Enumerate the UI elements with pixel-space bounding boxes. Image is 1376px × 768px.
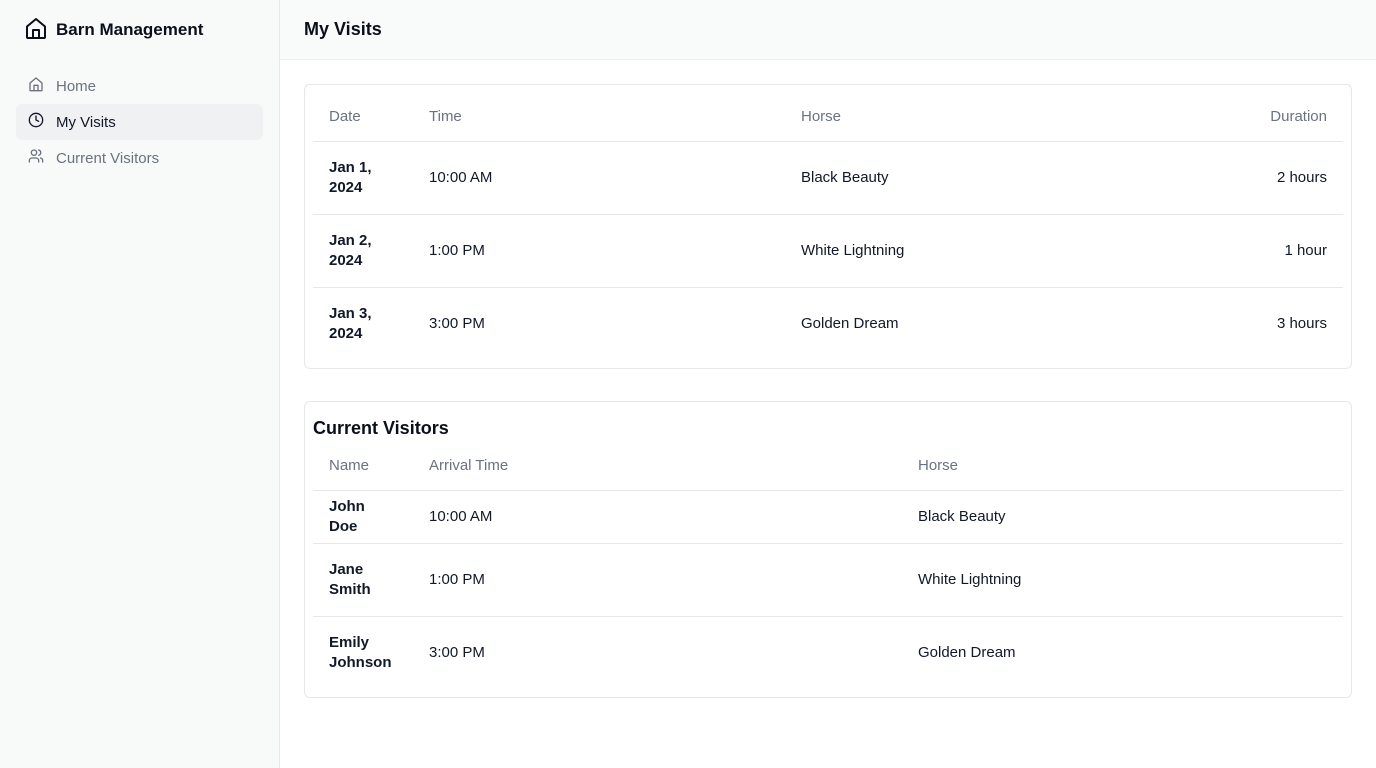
visit-horse: Black Beauty <box>785 141 1123 215</box>
my-visits-table: Date Time Horse Duration Jan 1, 2024 10:… <box>313 93 1343 360</box>
sidebar-nav: Home My Visits Current Visitors <box>16 68 263 176</box>
column-header-date: Date <box>313 93 413 142</box>
sidebar-item-label: My Visits <box>56 113 116 131</box>
visitor-name: John Doe <box>313 490 413 544</box>
brand-name: Barn Management <box>56 20 204 39</box>
app: Barn Management Home My Visits Current V… <box>0 0 1376 768</box>
sidebar-item-label: Current Visitors <box>56 149 160 167</box>
current-visitors-card: Current Visitors Name Arrival Time Horse… <box>304 401 1352 698</box>
table-row[interactable]: John Doe 10:00 AM Black Beauty <box>313 490 1343 544</box>
visitor-horse: Golden Dream <box>918 643 1016 661</box>
sidebar-item-label: Home <box>56 77 97 95</box>
visitor-name: Jane Smith <box>313 543 413 617</box>
barn-home-icon <box>24 16 48 45</box>
visitor-arrival: 1:00 PM <box>413 543 902 617</box>
clock-icon <box>28 112 44 132</box>
visit-time: 10:00 AM <box>413 141 785 215</box>
sidebar-item-current-visitors[interactable]: Current Visitors <box>16 140 263 176</box>
visit-horse: White Lightning <box>785 214 1123 288</box>
visit-date: Jan 3, 2024 <box>329 304 372 342</box>
current-visitors-title: Current Visitors <box>313 417 449 438</box>
visitor-name: Emily Johnson <box>329 633 392 671</box>
visitor-horse: White Lightning <box>902 543 1343 617</box>
column-header-horse: Horse <box>902 442 1343 491</box>
table-row[interactable]: Jan 1, 2024 10:00 AM Black Beauty 2 hour… <box>313 141 1343 215</box>
column-header-duration: Duration <box>1122 93 1343 142</box>
table-row[interactable]: Emily Johnson 3:00 PM Golden Dream <box>313 616 1343 689</box>
visit-date: Jan 1, 2024 <box>313 141 413 215</box>
visitor-arrival: 10:00 AM <box>413 490 902 544</box>
visit-duration: 2 hours <box>1122 141 1343 215</box>
table-header-row: Name Arrival Time Horse <box>313 442 1343 491</box>
column-header-name: Name <box>313 442 413 491</box>
visit-time: 1:00 PM <box>413 214 785 288</box>
current-visitors-table: Name Arrival Time Horse John Doe 10:00 A… <box>313 442 1343 689</box>
visit-duration: 3 hours <box>1276 314 1327 332</box>
column-header-horse: Horse <box>785 93 1123 142</box>
sidebar: Barn Management Home My Visits Current V… <box>0 0 280 768</box>
visitor-arrival: 3:00 PM <box>429 643 485 661</box>
visitor-horse: Black Beauty <box>902 490 1343 544</box>
column-header-time: Time <box>413 93 785 142</box>
visit-horse: Golden Dream <box>801 314 899 332</box>
home-icon <box>28 76 44 96</box>
visit-date: Jan 2, 2024 <box>313 214 413 288</box>
sidebar-item-home[interactable]: Home <box>16 68 263 104</box>
main-area: My Visits Date Time Horse Duration Jan 1… <box>280 0 1376 768</box>
users-icon <box>28 148 44 168</box>
table-header-row: Date Time Horse Duration <box>313 93 1343 142</box>
column-header-arrival-time: Arrival Time <box>413 442 902 491</box>
visit-time: 3:00 PM <box>429 314 485 332</box>
brand[interactable]: Barn Management <box>16 0 263 60</box>
page-header: My Visits <box>280 0 1376 60</box>
table-row[interactable]: Jan 2, 2024 1:00 PM White Lightning 1 ho… <box>313 214 1343 288</box>
sidebar-item-my-visits[interactable]: My Visits <box>16 104 263 140</box>
page-title: My Visits <box>304 19 382 39</box>
my-visits-card: Date Time Horse Duration Jan 1, 2024 10:… <box>304 84 1352 369</box>
table-row[interactable]: Jane Smith 1:00 PM White Lightning <box>313 543 1343 617</box>
visit-duration: 1 hour <box>1122 214 1343 288</box>
content: Date Time Horse Duration Jan 1, 2024 10:… <box>280 60 1376 722</box>
table-row[interactable]: Jan 3, 2024 3:00 PM Golden Dream 3 hours <box>313 287 1343 360</box>
